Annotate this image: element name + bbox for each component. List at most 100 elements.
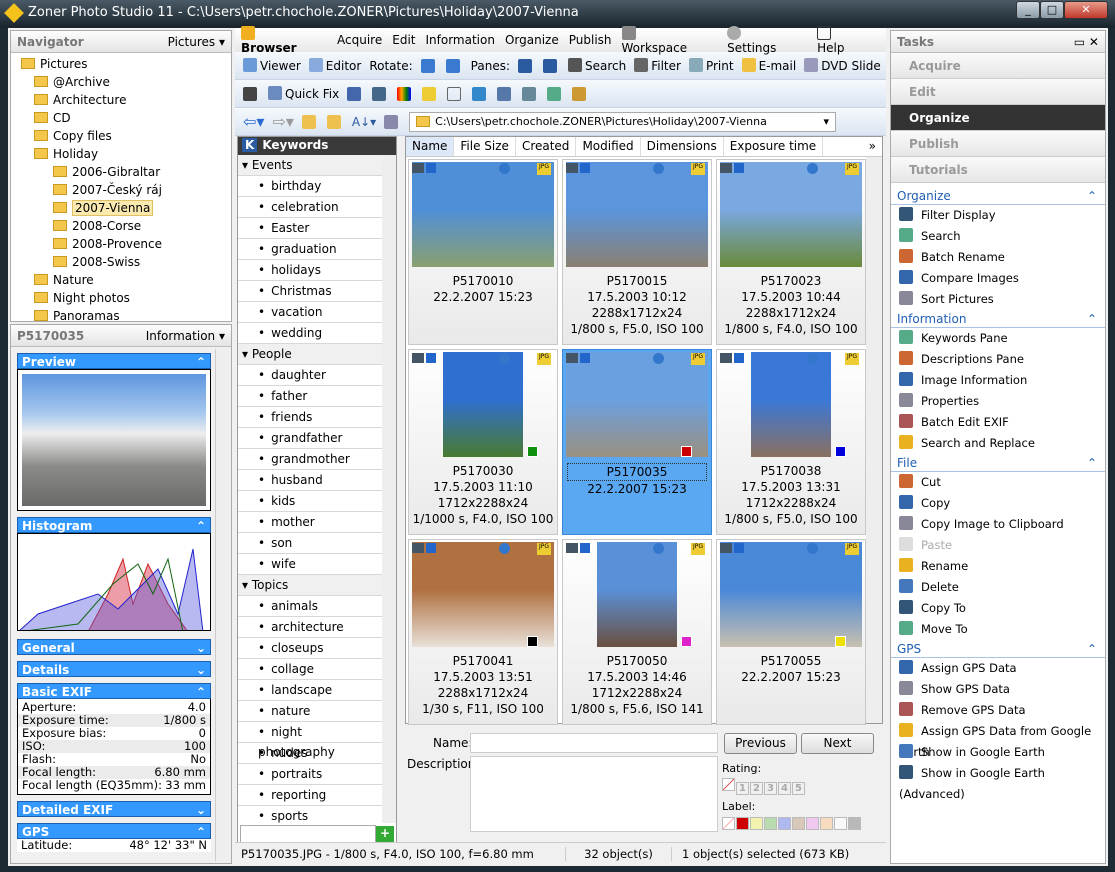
task-group-header[interactable]: GPS ⌃ [891,640,1105,658]
email-button[interactable]: E-mail [741,58,796,73]
workspace-button[interactable]: Workspace [621,25,718,55]
keyword-item[interactable]: wife [238,554,382,575]
more-columns-icon[interactable]: » [863,137,882,156]
menu-publish[interactable]: Publish [569,33,612,47]
task-section[interactable]: Edit [891,79,1105,105]
task-item[interactable]: Descriptions Pane [891,349,1105,370]
quick-fix-button[interactable]: Quick Fix [268,86,339,101]
maximize-button[interactable]: □ [1040,1,1064,19]
gps-flag-icon[interactable] [572,86,587,101]
rating-star[interactable]: 1 [736,782,749,795]
keyword-item[interactable]: holidays [238,260,382,281]
back-arrow-icon[interactable]: ⇦▾ [243,112,264,131]
task-item[interactable]: Search and Replace [891,433,1105,454]
keyword-item[interactable]: son [238,533,382,554]
label-color-swatch[interactable] [848,817,861,830]
tree-item[interactable]: 2008-Swiss [15,253,227,271]
rating-star[interactable]: 3 [764,782,777,795]
keyword-item[interactable]: night photography [238,722,382,759]
task-item[interactable]: Rename [891,556,1105,577]
new-keyword-input[interactable] [240,825,376,843]
task-item[interactable]: Remove GPS Data [891,700,1105,721]
task-item[interactable]: Move To [891,619,1105,640]
thumbnail[interactable]: JPG P5170010 22.2.2007 15:23 [408,159,558,345]
keyword-item[interactable]: graduation [238,239,382,260]
color-icon[interactable] [397,86,412,101]
tree-item[interactable]: 2008-Corse [15,217,227,235]
task-item[interactable]: Paste [891,535,1105,556]
tree-item[interactable]: @Archive [15,73,227,91]
task-item[interactable]: Image Information [891,370,1105,391]
task-item[interactable]: Keywords Pane [891,328,1105,349]
general-section-header[interactable]: General ⌄ [17,639,211,655]
keyword-item[interactable]: wedding [238,323,382,344]
keyword-item[interactable]: celebration [238,197,382,218]
menu-edit[interactable]: Edit [392,33,415,47]
rating-star[interactable]: 4 [778,782,791,795]
keyword-item[interactable]: portraits [238,764,382,785]
thumbnail-scrollbar[interactable] [866,157,882,723]
thumbnail[interactable]: JPG P5170023 17.5.2003 10:44 2288x1712x24 1/… [716,159,866,345]
tree-item[interactable]: 2006-Gibraltar [15,163,227,181]
keyword-item[interactable]: vacation [238,302,382,323]
keyword-item[interactable]: landscape [238,680,382,701]
favorites-folder-icon[interactable] [326,114,341,129]
thumbnail[interactable]: JPG P5170041 17.5.2003 13:51 2288x1712x24 1/… [408,539,558,725]
help-button[interactable]: Help [817,25,876,55]
resize-icon[interactable] [472,86,487,101]
rotate-left-icon[interactable] [420,58,435,73]
dvd-slideshow-button[interactable]: DVD Slide [804,58,881,73]
tree-item[interactable]: Nature [15,271,227,289]
sort-icon[interactable]: A↓▾ [352,115,376,129]
info-pane-toggle-icon[interactable] [543,58,557,73]
keyword-item[interactable]: animals [238,596,382,617]
no-rating-icon[interactable] [722,778,735,791]
label-color-swatch[interactable] [764,817,777,830]
task-section[interactable]: Acquire [891,53,1105,79]
menu-information[interactable]: Information [426,33,495,47]
keywords-scrollbar[interactable] [382,155,396,823]
rating-star[interactable]: 2 [750,782,763,795]
column-header[interactable]: Exposure time [724,137,824,156]
close-button[interactable]: ✕ [1064,1,1108,19]
thumbnail[interactable]: JPG P5170035 22.2.2007 15:23 [562,349,712,535]
tree-item[interactable]: Copy files [15,127,227,145]
search-button[interactable]: Search [568,58,626,73]
task-item[interactable]: Sort Pictures [891,289,1105,310]
task-group-header[interactable]: Information ⌃ [891,310,1105,328]
task-section[interactable]: Organize [891,105,1105,131]
viewer-button[interactable]: Viewer [243,58,301,73]
preview-section-header[interactable]: Preview ⌃ [17,353,211,369]
print-button[interactable]: Print [688,58,734,73]
thumbnail[interactable]: JPG P5170015 17.5.2003 10:12 2288x1712x24 1/… [562,159,712,345]
tree-item[interactable]: CD [15,109,227,127]
task-item[interactable]: Show GPS Data [891,679,1105,700]
keyword-group[interactable]: ▾ Events [238,155,382,176]
label-color-swatch[interactable] [778,817,791,830]
view-mode-icon[interactable] [384,114,399,129]
gps-add-icon[interactable] [547,86,562,101]
levels-icon[interactable] [347,86,362,101]
keyword-item[interactable]: friends [238,407,382,428]
task-section[interactable]: Publish [891,131,1105,157]
column-header[interactable]: Created [516,137,577,156]
label-color-swatch[interactable] [792,817,805,830]
details-section-header[interactable]: Details ⌄ [17,661,211,677]
folder-up-icon[interactable] [301,114,316,129]
gps-section-header[interactable]: GPS ⌃ [17,823,211,839]
info-mode-dropdown[interactable]: Information ▾ [146,329,225,343]
task-item[interactable]: Filter Display [891,205,1105,226]
thumbnail[interactable]: JPG P5170038 17.5.2003 13:31 1712x2288x24 1/… [716,349,866,535]
keyword-item[interactable]: collage [238,659,382,680]
filter-button[interactable]: Filter [634,58,681,73]
keyword-item[interactable]: grandfather [238,428,382,449]
task-section[interactable]: Tutorials [891,157,1105,183]
task-item[interactable]: Properties [891,391,1105,412]
keyword-item[interactable]: daughter [238,365,382,386]
task-item[interactable]: Batch Edit EXIF [891,412,1105,433]
task-item[interactable]: Copy Image to Clipboard [891,514,1105,535]
next-button[interactable]: Next [801,733,874,754]
keyword-item[interactable]: father [238,386,382,407]
camera-icon[interactable] [243,86,257,101]
path-combobox[interactable]: C:\Users\petr.chochole.ZONER\Pictures\Ho… [409,111,836,132]
